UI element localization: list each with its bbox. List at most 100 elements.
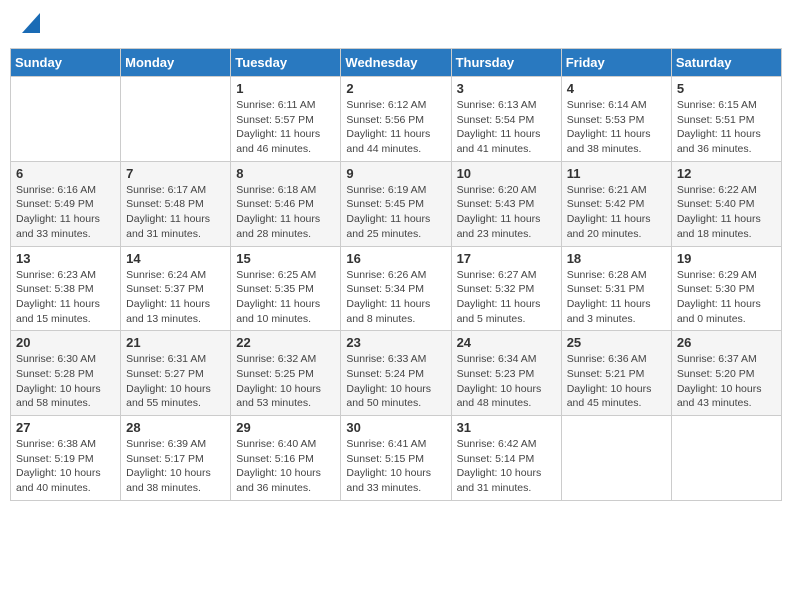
- calendar-cell: 11 Sunrise: 6:21 AMSunset: 5:42 PMDayligh…: [561, 161, 671, 246]
- day-number: 14: [126, 251, 225, 266]
- calendar-cell: 30 Sunrise: 6:41 AMSunset: 5:15 PMDayligh…: [341, 416, 451, 501]
- calendar-cell: 21 Sunrise: 6:31 AMSunset: 5:27 PMDayligh…: [121, 331, 231, 416]
- calendar-cell: 12Sunrise: 6:22 AMSunset: 5:40 PMDayligh…: [671, 161, 781, 246]
- day-number: 30: [346, 420, 445, 435]
- calendar-header-row: SundayMondayTuesdayWednesdayThursdayFrid…: [11, 49, 782, 77]
- day-number: 2: [346, 81, 445, 96]
- calendar-cell: [561, 416, 671, 501]
- page-header: [10, 10, 782, 38]
- calendar-day-header: Thursday: [451, 49, 561, 77]
- calendar-day-header: Monday: [121, 49, 231, 77]
- day-number: 22: [236, 335, 335, 350]
- day-number: 23: [346, 335, 445, 350]
- calendar-cell: 18Sunrise: 6:28 AMSunset: 5:31 PMDayligh…: [561, 246, 671, 331]
- day-number: 5: [677, 81, 776, 96]
- day-info: Sunrise: 6:23 AMSunset: 5:38 PMDaylight:…: [16, 268, 115, 327]
- calendar-cell: 4 Sunrise: 6:14 AMSunset: 5:53 PMDaylight…: [561, 77, 671, 162]
- calendar-cell: 23 Sunrise: 6:33 AMSunset: 5:24 PMDayligh…: [341, 331, 451, 416]
- day-info: Sunrise: 6:37 AMSunset: 5:20 PMDaylight:…: [677, 352, 776, 411]
- day-number: 9: [346, 166, 445, 181]
- day-number: 19: [677, 251, 776, 266]
- day-info: Sunrise: 6:11 AMSunset: 5:57 PMDaylight:…: [236, 98, 335, 157]
- day-info: Sunrise: 6:41 AMSunset: 5:15 PMDaylight:…: [346, 437, 445, 496]
- day-info: Sunrise: 6:19 AMSunset: 5:45 PMDaylight:…: [346, 183, 445, 242]
- day-info: Sunrise: 6:38 AMSunset: 5:19 PMDaylight:…: [16, 437, 115, 496]
- day-info: Sunrise: 6:40 AMSunset: 5:16 PMDaylight:…: [236, 437, 335, 496]
- day-info: Sunrise: 6:15 AMSunset: 5:51 PMDaylight:…: [677, 98, 776, 157]
- day-info: Sunrise: 6:36 AMSunset: 5:21 PMDaylight:…: [567, 352, 666, 411]
- day-number: 31: [457, 420, 556, 435]
- day-info: Sunrise: 6:16 AMSunset: 5:49 PMDaylight:…: [16, 183, 115, 242]
- calendar-cell: [121, 77, 231, 162]
- day-number: 21: [126, 335, 225, 350]
- day-info: Sunrise: 6:21 AMSunset: 5:42 PMDaylight:…: [567, 183, 666, 242]
- calendar-cell: [11, 77, 121, 162]
- day-number: 6: [16, 166, 115, 181]
- calendar-cell: 29 Sunrise: 6:40 AMSunset: 5:16 PMDayligh…: [231, 416, 341, 501]
- calendar-day-header: Wednesday: [341, 49, 451, 77]
- calendar-cell: 13 Sunrise: 6:23 AMSunset: 5:38 PMDayligh…: [11, 246, 121, 331]
- calendar-cell: 8Sunrise: 6:18 AMSunset: 5:46 PMDaylight…: [231, 161, 341, 246]
- day-number: 13: [16, 251, 115, 266]
- day-info: Sunrise: 6:14 AMSunset: 5:53 PMDaylight:…: [567, 98, 666, 157]
- day-info: Sunrise: 6:39 AMSunset: 5:17 PMDaylight:…: [126, 437, 225, 496]
- day-number: 12: [677, 166, 776, 181]
- day-number: 29: [236, 420, 335, 435]
- day-info: Sunrise: 6:31 AMSunset: 5:27 PMDaylight:…: [126, 352, 225, 411]
- calendar-cell: 26 Sunrise: 6:37 AMSunset: 5:20 PMDayligh…: [671, 331, 781, 416]
- day-number: 18: [567, 251, 666, 266]
- calendar-day-header: Saturday: [671, 49, 781, 77]
- day-info: Sunrise: 6:34 AMSunset: 5:23 PMDaylight:…: [457, 352, 556, 411]
- calendar-week-row: 1 Sunrise: 6:11 AMSunset: 5:57 PMDaylight…: [11, 77, 782, 162]
- calendar-week-row: 13 Sunrise: 6:23 AMSunset: 5:38 PMDayligh…: [11, 246, 782, 331]
- calendar-cell: 2 Sunrise: 6:12 AMSunset: 5:56 PMDaylight…: [341, 77, 451, 162]
- day-info: Sunrise: 6:32 AMSunset: 5:25 PMDaylight:…: [236, 352, 335, 411]
- calendar-day-header: Tuesday: [231, 49, 341, 77]
- calendar-cell: 9 Sunrise: 6:19 AMSunset: 5:45 PMDaylight…: [341, 161, 451, 246]
- calendar-cell: 22 Sunrise: 6:32 AMSunset: 5:25 PMDayligh…: [231, 331, 341, 416]
- calendar-cell: 7Sunrise: 6:17 AMSunset: 5:48 PMDaylight…: [121, 161, 231, 246]
- day-info: Sunrise: 6:20 AMSunset: 5:43 PMDaylight:…: [457, 183, 556, 242]
- calendar-day-header: Sunday: [11, 49, 121, 77]
- calendar-cell: 5 Sunrise: 6:15 AMSunset: 5:51 PMDaylight…: [671, 77, 781, 162]
- day-number: 20: [16, 335, 115, 350]
- logo: [20, 15, 40, 33]
- calendar-day-header: Friday: [561, 49, 671, 77]
- calendar-cell: 19Sunrise: 6:29 AMSunset: 5:30 PMDayligh…: [671, 246, 781, 331]
- day-info: Sunrise: 6:27 AMSunset: 5:32 PMDaylight:…: [457, 268, 556, 327]
- day-number: 4: [567, 81, 666, 96]
- day-number: 1: [236, 81, 335, 96]
- day-info: Sunrise: 6:26 AMSunset: 5:34 PMDaylight:…: [346, 268, 445, 327]
- calendar-cell: 6 Sunrise: 6:16 AMSunset: 5:49 PMDaylight…: [11, 161, 121, 246]
- day-info: Sunrise: 6:12 AMSunset: 5:56 PMDaylight:…: [346, 98, 445, 157]
- calendar-cell: 10Sunrise: 6:20 AMSunset: 5:43 PMDayligh…: [451, 161, 561, 246]
- calendar-cell: [671, 416, 781, 501]
- day-number: 8: [236, 166, 335, 181]
- calendar-cell: 28Sunrise: 6:39 AMSunset: 5:17 PMDayligh…: [121, 416, 231, 501]
- day-number: 3: [457, 81, 556, 96]
- day-number: 27: [16, 420, 115, 435]
- calendar-cell: 1 Sunrise: 6:11 AMSunset: 5:57 PMDaylight…: [231, 77, 341, 162]
- day-number: 16: [346, 251, 445, 266]
- calendar-cell: 14 Sunrise: 6:24 AMSunset: 5:37 PMDayligh…: [121, 246, 231, 331]
- day-info: Sunrise: 6:13 AMSunset: 5:54 PMDaylight:…: [457, 98, 556, 157]
- day-info: Sunrise: 6:24 AMSunset: 5:37 PMDaylight:…: [126, 268, 225, 327]
- day-info: Sunrise: 6:33 AMSunset: 5:24 PMDaylight:…: [346, 352, 445, 411]
- day-number: 24: [457, 335, 556, 350]
- calendar-cell: 31Sunrise: 6:42 AMSunset: 5:14 PMDayligh…: [451, 416, 561, 501]
- calendar-week-row: 27 Sunrise: 6:38 AMSunset: 5:19 PMDayligh…: [11, 416, 782, 501]
- day-number: 11: [567, 166, 666, 181]
- day-number: 7: [126, 166, 225, 181]
- day-number: 25: [567, 335, 666, 350]
- day-info: Sunrise: 6:30 AMSunset: 5:28 PMDaylight:…: [16, 352, 115, 411]
- calendar-week-row: 20 Sunrise: 6:30 AMSunset: 5:28 PMDayligh…: [11, 331, 782, 416]
- calendar-cell: 3 Sunrise: 6:13 AMSunset: 5:54 PMDaylight…: [451, 77, 561, 162]
- calendar-cell: 15Sunrise: 6:25 AMSunset: 5:35 PMDayligh…: [231, 246, 341, 331]
- calendar-cell: 27 Sunrise: 6:38 AMSunset: 5:19 PMDayligh…: [11, 416, 121, 501]
- calendar-cell: 20 Sunrise: 6:30 AMSunset: 5:28 PMDayligh…: [11, 331, 121, 416]
- calendar-cell: 25 Sunrise: 6:36 AMSunset: 5:21 PMDayligh…: [561, 331, 671, 416]
- day-number: 26: [677, 335, 776, 350]
- logo-triangle-icon: [22, 13, 40, 33]
- day-number: 17: [457, 251, 556, 266]
- calendar-cell: 17 Sunrise: 6:27 AMSunset: 5:32 PMDayligh…: [451, 246, 561, 331]
